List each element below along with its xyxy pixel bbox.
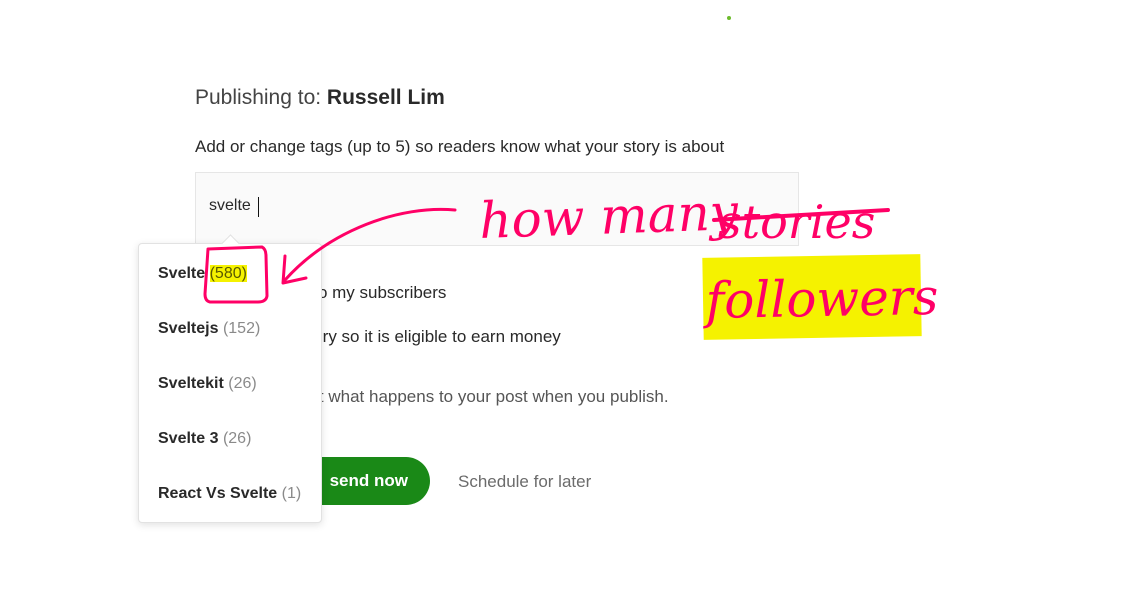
tags-instructions: Add or change tags (up to 5) so readers …	[195, 137, 725, 156]
tag-suggestion-count: (26)	[228, 375, 257, 392]
tag-suggestion-count: (152)	[222, 320, 261, 337]
tag-input[interactable]	[209, 197, 609, 215]
tag-suggestion-react-vs-svelte[interactable]: React Vs Svelte (1)	[158, 482, 301, 506]
tag-suggestion-svelte-3[interactable]: Svelte 3 (26)	[158, 427, 251, 451]
publishing-heading: Publishing to: Russell Lim	[195, 86, 445, 110]
tag-suggestion-name: Svelte	[158, 265, 206, 282]
tag-suggestion-count: (1)	[281, 485, 302, 502]
publication-name: Russell Lim	[326, 86, 445, 109]
tag-suggestion-name: Sveltejs	[158, 320, 219, 337]
tag-suggestion-count: (26)	[222, 430, 252, 447]
tag-suggestion-name: Svelte 3	[158, 430, 219, 447]
tag-suggestion-name: React Vs Svelte	[158, 485, 278, 502]
tag-suggestion-sveltekit[interactable]: Sveltekit (26)	[158, 372, 257, 396]
tag-input-box[interactable]	[195, 172, 799, 246]
annotation-followers: followers	[701, 268, 939, 330]
earn-money-option[interactable]: story so it is eligible to earn money	[300, 327, 561, 347]
publish-info-note: out what happens to your post when you p…	[300, 387, 669, 406]
text-caret	[258, 197, 259, 217]
tag-suggestion-sveltejs[interactable]: Sveltejs (152)	[158, 317, 260, 341]
schedule-later-link[interactable]: Schedule for later	[458, 472, 591, 492]
followers-highlight	[702, 254, 922, 340]
tag-suggestion-name: Sveltekit	[158, 375, 224, 392]
stray-mark	[727, 16, 731, 20]
tag-suggestions-dropdown: Svelte (580) Sveltejs (152) Sveltekit (2…	[138, 234, 322, 523]
tag-suggestion-count: (580)	[209, 265, 247, 282]
publishing-prefix: Publishing to:	[195, 86, 327, 109]
tag-suggestion-svelte-main[interactable]: Svelte (580)	[158, 262, 247, 286]
